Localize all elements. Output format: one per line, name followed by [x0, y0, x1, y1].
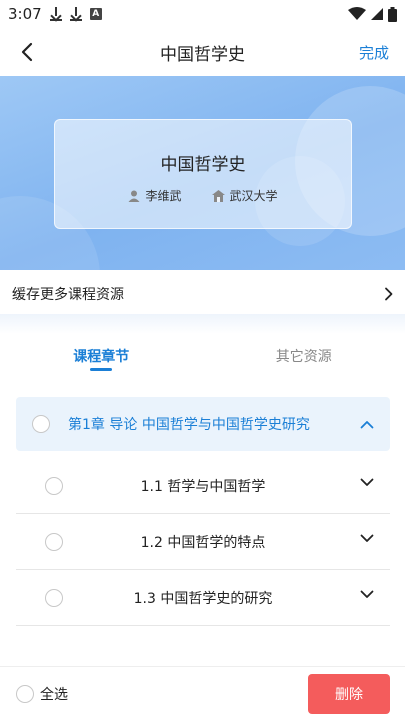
course-card: 中国哲学史 李维武 武汉大学 — [54, 119, 352, 229]
chevron-down-icon[interactable] — [360, 478, 374, 487]
section-divider — [0, 314, 405, 334]
select-all-radio[interactable] — [16, 684, 34, 703]
signal-icon — [371, 8, 383, 20]
chevron-down-icon[interactable] — [360, 590, 374, 599]
course-title: 中国哲学史 — [160, 155, 246, 175]
tab-label: 其它资源 — [275, 349, 332, 365]
back-button[interactable] — [12, 36, 42, 68]
chevron-up-icon[interactable] — [360, 420, 374, 429]
section-row[interactable]: 1.2 中国哲学的特点 — [16, 514, 390, 570]
a-icon: A — [89, 8, 102, 20]
section-select-radio[interactable] — [45, 533, 63, 551]
notification-icons: A — [49, 7, 102, 21]
select-all-label: 全选 — [40, 686, 68, 703]
chevron-right-icon — [385, 287, 393, 301]
nav-bar: 中国哲学史 完成 — [0, 28, 405, 76]
person-icon — [128, 190, 140, 202]
system-icons — [348, 6, 397, 22]
bottom-action-bar: 全选 删除 — [0, 666, 405, 720]
tab-label: 课程章节 — [73, 349, 130, 365]
battery-icon — [388, 6, 397, 22]
resource-tabs: 课程章节 其它资源 — [0, 334, 405, 380]
download-icon — [69, 7, 82, 21]
chevron-down-icon[interactable] — [360, 534, 374, 543]
section-row[interactable]: 1.3 中国哲学史的研究 — [16, 570, 390, 626]
done-button[interactable]: 完成 — [359, 42, 389, 63]
section-label: 1.2 中国哲学的特点 — [140, 534, 266, 551]
status-bar: 3:07 A — [0, 0, 405, 28]
course-meta: 李维武 武汉大学 — [55, 187, 351, 204]
cache-more-row[interactable]: 缓存更多课程资源 — [0, 276, 405, 312]
tab-other-resources[interactable]: 其它资源 — [203, 334, 405, 380]
section-select-radio[interactable] — [45, 589, 63, 607]
download-icon — [49, 7, 62, 21]
teacher-name: 李维武 — [145, 189, 182, 203]
chapter-select-radio[interactable] — [32, 415, 50, 433]
section-label: 1.1 哲学与中国哲学 — [140, 478, 266, 495]
tab-course-chapters[interactable]: 课程章节 — [0, 334, 203, 380]
course-school: 武汉大学 — [211, 187, 278, 204]
school-name: 武汉大学 — [229, 189, 278, 203]
chapter-name: 导论 中国哲学与中国哲学史研究 — [109, 417, 310, 433]
section-select-radio[interactable] — [45, 477, 63, 495]
chapter-header[interactable]: 第1章 导论 中国哲学与中国哲学史研究 — [16, 397, 390, 451]
chevron-left-icon — [21, 42, 33, 62]
status-time: 3:07 — [8, 5, 42, 23]
course-teacher: 李维武 — [128, 187, 182, 204]
section-row[interactable]: 1.1 哲学与中国哲学 — [16, 458, 390, 514]
course-banner: 中国哲学史 李维武 武汉大学 — [0, 76, 405, 270]
page-title: 中国哲学史 — [160, 44, 245, 65]
select-all-toggle[interactable]: 全选 — [16, 684, 68, 704]
section-label: 1.3 中国哲学史的研究 — [133, 590, 273, 607]
chapter-title: 第1章 导论 中国哲学与中国哲学史研究 — [68, 414, 310, 434]
delete-button[interactable]: 删除 — [308, 674, 390, 714]
chapter-number: 第1章 — [68, 417, 105, 433]
active-tab-indicator — [90, 368, 113, 371]
wifi-icon — [348, 7, 366, 20]
cache-more-label: 缓存更多课程资源 — [12, 287, 124, 303]
school-icon — [211, 189, 225, 202]
